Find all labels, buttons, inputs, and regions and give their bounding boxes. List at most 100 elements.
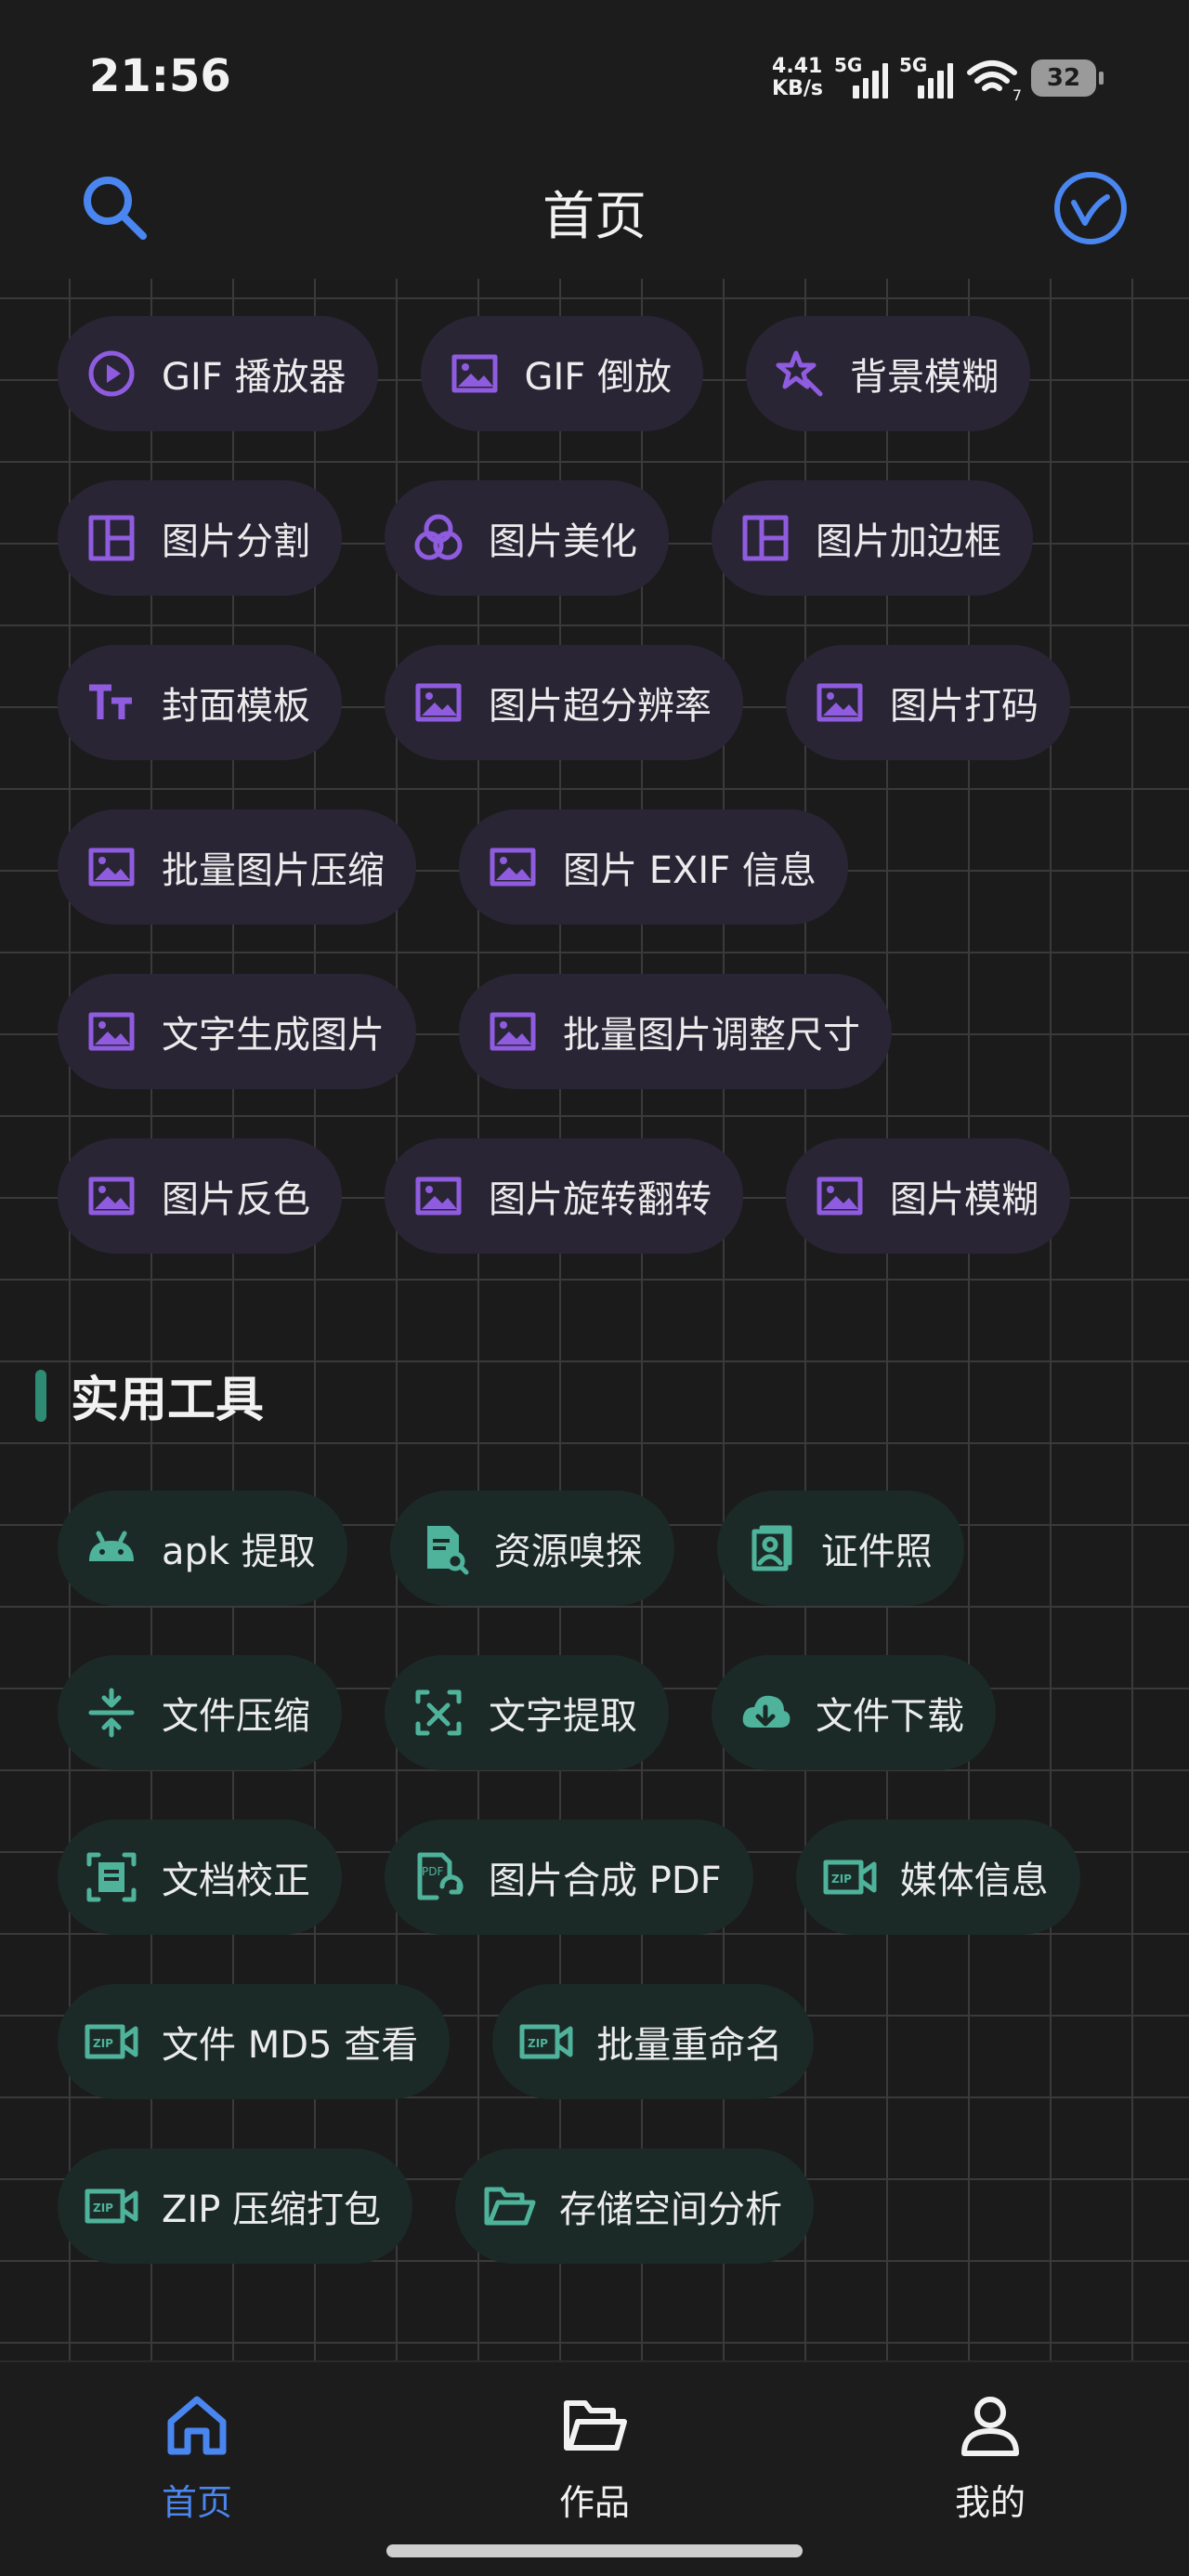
section-header-utility: 实用工具	[35, 1360, 264, 1430]
image-icon	[447, 346, 503, 401]
utility-tool-chip-label: apk 提取	[162, 1531, 316, 1573]
nav-mine-label: 我的	[954, 2482, 1026, 2523]
image-tool-chip[interactable]: GIF 倒放	[420, 316, 704, 431]
image-icon	[485, 1004, 541, 1059]
image-tool-chip-label: GIF 播放器	[162, 356, 346, 399]
layout-split-icon	[738, 510, 793, 566]
utility-tool-chip[interactable]: 存储空间分析	[455, 2149, 815, 2264]
svg-text:PDF: PDF	[422, 1865, 443, 1878]
compress-icon	[84, 1685, 139, 1741]
image-tool-chip-label: 图片打码	[890, 685, 1039, 728]
svg-text:ZIP: ZIP	[528, 2037, 548, 2050]
image-tool-chip[interactable]: 批量图片调整尺寸	[459, 974, 892, 1089]
signal-icon: 5G	[834, 54, 888, 99]
utility-tool-chip-label: 文档校正	[162, 1860, 310, 1902]
feedback-button[interactable]	[1050, 167, 1131, 249]
image-tool-chip-label: 图片美化	[489, 520, 637, 563]
image-tool-chip[interactable]: 图片旋转翻转	[385, 1138, 743, 1254]
image-tool-row: GIF 播放器 GIF 倒放 背景模糊	[58, 316, 1031, 431]
zip-video-icon: ZIP	[84, 2178, 139, 2234]
utility-tool-chip[interactable]: 证件照	[716, 1491, 964, 1606]
image-tool-chip-label: 图片加边框	[816, 520, 1001, 563]
magic-star-icon	[772, 346, 828, 401]
text-format-icon	[84, 675, 139, 730]
color-filter-icon	[411, 510, 466, 566]
nav-mine[interactable]: 我的	[879, 2390, 1102, 2525]
utility-tool-chip[interactable]: 文件压缩	[58, 1655, 342, 1770]
utility-tool-chip-label: 文字提取	[489, 1695, 637, 1738]
utility-tool-chip[interactable]: ZIP 批量重命名	[492, 1984, 815, 2099]
image-tool-chip-label: 图片 EXIF 信息	[563, 849, 817, 892]
svg-text:ZIP: ZIP	[93, 2201, 113, 2215]
pdf-icon: PDF	[411, 1849, 466, 1905]
utility-tool-chip[interactable]: 资源嗅探	[389, 1491, 674, 1606]
image-tool-chip-label: 批量图片压缩	[162, 849, 385, 892]
nav-home[interactable]: 首页	[85, 2390, 308, 2525]
utility-tool-chip[interactable]: 文档校正	[58, 1820, 342, 1935]
image-tool-chip[interactable]: 背景模糊	[746, 316, 1031, 431]
utility-tool-chip-label: 批量重命名	[596, 2024, 783, 2067]
image-tool-chip[interactable]: 图片超分辨率	[385, 645, 743, 760]
utility-tool-chip[interactable]: ZIP 文件 MD5 查看	[58, 1984, 451, 2099]
wifi-label: 7	[1012, 86, 1022, 104]
image-tool-chip-label: 文字生成图片	[162, 1014, 385, 1057]
image-tool-chip[interactable]: 文字生成图片	[58, 974, 416, 1089]
utility-tool-chip-label: 文件压缩	[162, 1695, 310, 1738]
image-tool-row: 批量图片压缩 图片 EXIF 信息	[58, 809, 848, 925]
image-tool-chip[interactable]: 图片模糊	[786, 1138, 1070, 1254]
image-tool-chip-label: 图片超分辨率	[489, 685, 712, 728]
page-title: 首页	[542, 187, 647, 247]
utility-tool-chip-label: 存储空间分析	[559, 2188, 783, 2231]
folder-open-icon	[564, 2400, 627, 2451]
image-tool-row: 文字生成图片 批量图片调整尺寸	[58, 974, 892, 1089]
status-indicators: 4.41 KB/s 5G 5G 7 32	[772, 52, 1104, 104]
image-tool-chip[interactable]: 图片反色	[58, 1138, 342, 1254]
image-tool-chip[interactable]: GIF 播放器	[58, 316, 378, 431]
image-tool-chip[interactable]: 批量图片压缩	[58, 809, 416, 925]
text-scan-icon	[411, 1685, 466, 1741]
status-time: 21:56	[89, 50, 231, 102]
network-speed-unit: KB/s	[772, 77, 823, 100]
image-tool-chip[interactable]: 图片 EXIF 信息	[459, 809, 848, 925]
utility-tool-chip[interactable]: ZIP ZIP 压缩打包	[58, 2149, 413, 2264]
image-tool-chip[interactable]: 图片美化	[385, 480, 669, 596]
utility-tool-chip[interactable]: 文字提取	[385, 1655, 669, 1770]
android-icon	[84, 1520, 139, 1576]
nav-works-label: 作品	[558, 2482, 630, 2523]
feedback-circle-icon	[1054, 172, 1127, 244]
section-accent-bar	[35, 1369, 46, 1422]
utility-tool-chip[interactable]: 文件下载	[712, 1655, 996, 1770]
nav-works[interactable]: 作品	[483, 2390, 706, 2525]
utility-tool-chip-label: ZIP 压缩打包	[162, 2188, 382, 2231]
zip-video-icon: ZIP	[822, 1849, 878, 1905]
home-indicator[interactable]	[386, 2544, 803, 2557]
folder-open-icon	[481, 2178, 537, 2234]
image-tool-chip[interactable]: 图片打码	[786, 645, 1070, 760]
battery-indicator: 32	[1031, 59, 1104, 97]
image-tool-chip-label: 图片分割	[162, 520, 310, 563]
image-tool-chip[interactable]: 图片分割	[58, 480, 342, 596]
utility-tool-row: apk 提取 资源嗅探 证件照	[58, 1491, 964, 1606]
utility-tool-chip-label: 证件照	[820, 1531, 933, 1573]
image-tool-chip[interactable]: 图片加边框	[712, 480, 1033, 596]
top-app-bar: 首页	[0, 139, 1189, 279]
utility-tool-chip-label: 媒体信息	[899, 1860, 1049, 1902]
image-icon	[84, 839, 139, 895]
utility-tool-chip[interactable]: ZIP 媒体信息	[795, 1820, 1080, 1935]
image-icon	[411, 1168, 466, 1224]
utility-tool-chip[interactable]: apk 提取	[58, 1491, 347, 1606]
person-icon	[961, 2397, 1019, 2456]
image-tool-chip[interactable]: 封面模板	[58, 645, 342, 760]
image-icon	[84, 1168, 139, 1224]
svg-text:ZIP: ZIP	[93, 2037, 113, 2050]
image-tool-chip-label: 批量图片调整尺寸	[563, 1014, 860, 1057]
image-tool-row: 图片分割 图片美化 图片加边框	[58, 480, 1033, 596]
utility-tool-chip[interactable]: PDF 图片合成 PDF	[385, 1820, 753, 1935]
image-tool-row: 封面模板 图片超分辨率 图片打码	[58, 645, 1070, 760]
signal-label: 5G	[834, 54, 863, 76]
utility-tool-row: 文件压缩 文字提取 文件下载	[58, 1655, 996, 1770]
utility-tool-chip-label: 图片合成 PDF	[489, 1860, 722, 1902]
image-icon	[84, 1004, 139, 1059]
status-bar: 21:56 4.41 KB/s 5G 5G 7 32	[0, 0, 1189, 139]
home-content[interactable]: GIF 播放器 GIF 倒放 背景模糊图片分割 图片美化 图片加边框封面模板 图片超分辨率…	[0, 279, 1189, 2360]
